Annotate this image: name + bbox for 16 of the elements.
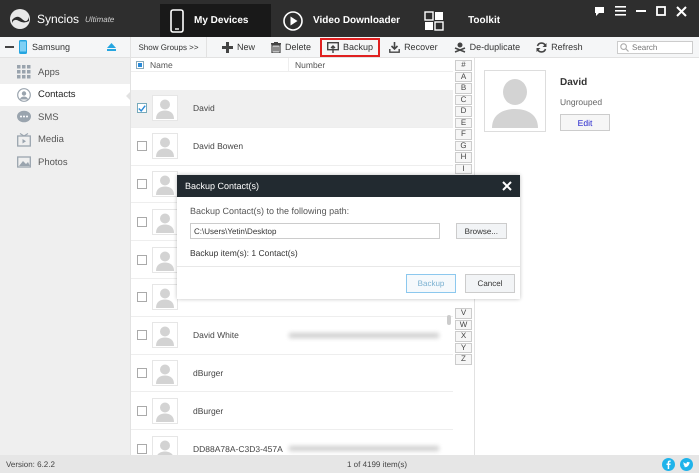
contact-name: David (193, 103, 215, 114)
contact-group: Ungrouped (560, 97, 610, 107)
device-name: Samsung (32, 42, 70, 52)
backup-info: Backup item(s): 1 Contact(s) (190, 248, 299, 258)
version-label: Version: 6.2.2 (6, 460, 55, 468)
contact-name-heading: David (560, 77, 588, 88)
contact-name: DD88A78A-C3D3-457A (193, 444, 283, 454)
item-count: 1 of 4199 item(s) (347, 460, 408, 468)
app-edition: Ultimate (85, 15, 114, 24)
contact-name: dBurger (193, 368, 224, 378)
contact-name: dBurger (193, 406, 224, 416)
contact-name: David White (193, 330, 239, 340)
dialog-title: Backup Contact(s) (185, 181, 260, 191)
contact-name: David Bowen (193, 141, 244, 152)
app-name: Syncios (37, 12, 80, 26)
dialog-prompt: Backup Contact(s) to the following path: (190, 206, 350, 216)
